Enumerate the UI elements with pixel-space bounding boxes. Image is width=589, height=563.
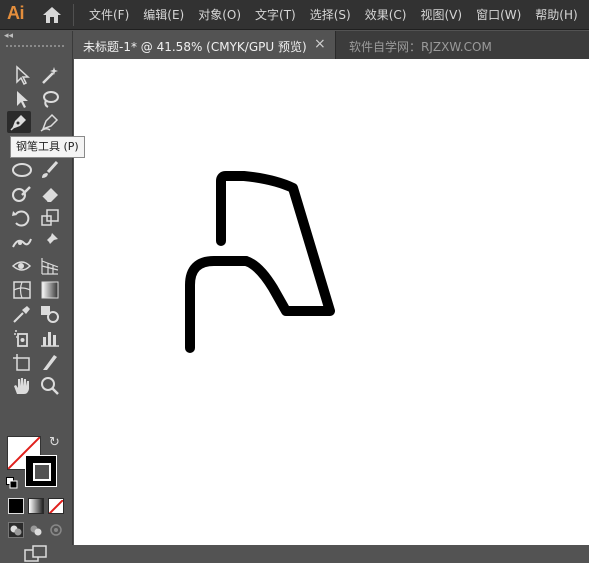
- pin-tool-icon[interactable]: [38, 231, 62, 253]
- pen-tool-icon[interactable]: [7, 111, 31, 133]
- mesh-tool-icon[interactable]: [10, 279, 34, 301]
- zoom-tool-icon[interactable]: [38, 375, 62, 397]
- menu-bar: Ai 文件(F) 编辑(E) 对象(O) 文字(T) 选择(S) 效果(C) 视…: [0, 0, 589, 30]
- lower-path: [185, 256, 251, 353]
- puppet-warp-tool-icon[interactable]: [10, 231, 34, 253]
- slice-tool-icon[interactable]: [38, 351, 62, 373]
- tab-watermark[interactable]: 软件自学网：RJZXW.COM: [349, 38, 492, 55]
- curvature-tool-icon[interactable]: [38, 111, 62, 133]
- menu-object[interactable]: 对象(O): [191, 0, 248, 30]
- menu-divider: [73, 4, 74, 26]
- paintbrush-tool-icon[interactable]: [38, 159, 62, 181]
- drawn-path-artwork[interactable]: [74, 59, 589, 545]
- artboard-canvas[interactable]: [74, 59, 589, 545]
- menu-list: 文件(F) 编辑(E) 对象(O) 文字(T) 选择(S) 效果(C) 视图(V…: [82, 0, 585, 30]
- gradient-tool-icon[interactable]: [38, 279, 62, 301]
- menu-edit[interactable]: 编辑(E): [136, 0, 191, 30]
- direct-selection-tool-icon[interactable]: [10, 88, 34, 110]
- selection-tool-icon[interactable]: [10, 64, 34, 86]
- ellipse-tool-icon[interactable]: [10, 159, 34, 181]
- eyedropper-tool-icon[interactable]: [10, 303, 34, 325]
- menu-effect[interactable]: 效果(C): [358, 0, 414, 30]
- menu-file[interactable]: 文件(F): [82, 0, 136, 30]
- tools-panel: ◂◂ ↻: [0, 31, 73, 562]
- hand-tool-icon[interactable]: [10, 375, 34, 397]
- tab-document[interactable]: 未标题-1* @ 41.58% (CMYK/GPU 预览) ×: [74, 31, 336, 59]
- column-graph-tool-icon[interactable]: [38, 327, 62, 349]
- scale-tool-icon[interactable]: [38, 207, 62, 229]
- tab-document-title: 未标题-1* @ 41.58% (CMYK/GPU 预览): [83, 40, 307, 54]
- draw-normal-icon[interactable]: [8, 522, 24, 538]
- pen-tool-tooltip: 钢笔工具 (P): [10, 136, 85, 158]
- menu-help[interactable]: 帮助(H): [528, 0, 584, 30]
- stroke-color-swatch[interactable]: [25, 455, 57, 487]
- default-fill-stroke-icon[interactable]: [6, 477, 18, 489]
- stroke-inner-box: [33, 463, 51, 481]
- tab-close-icon[interactable]: ×: [314, 36, 326, 52]
- shape-builder-tool-icon[interactable]: [38, 303, 62, 325]
- menu-view[interactable]: 视图(V): [413, 0, 469, 30]
- panel-grip[interactable]: [6, 45, 66, 47]
- free-transform-tool-icon[interactable]: [10, 255, 34, 277]
- color-mode-icon[interactable]: [8, 498, 24, 514]
- draw-behind-icon[interactable]: [28, 522, 44, 538]
- artboard-tool-icon[interactable]: [10, 351, 34, 373]
- none-mode-icon[interactable]: [48, 498, 64, 514]
- perspective-grid-tool-icon[interactable]: [38, 255, 62, 277]
- menu-window[interactable]: 窗口(W): [469, 0, 528, 30]
- eraser-tool-icon[interactable]: [38, 183, 62, 205]
- draw-inside-icon[interactable]: [48, 522, 64, 538]
- home-icon[interactable]: [42, 6, 62, 24]
- app-logo: Ai: [7, 3, 25, 23]
- swap-fill-stroke-icon[interactable]: ↻: [49, 435, 60, 450]
- menu-select[interactable]: 选择(S): [303, 0, 358, 30]
- document-tab-bar: 未标题-1* @ 41.58% (CMYK/GPU 预览) × 软件自学网：RJ…: [74, 31, 589, 59]
- collapse-panel-icon[interactable]: ◂◂: [4, 31, 13, 41]
- symbol-sprayer-tool-icon[interactable]: [10, 327, 34, 349]
- screen-mode-icon[interactable]: [24, 545, 48, 563]
- shaper-tool-icon[interactable]: [10, 183, 34, 205]
- menu-type[interactable]: 文字(T): [248, 0, 303, 30]
- gradient-mode-icon[interactable]: [28, 498, 44, 514]
- magic-wand-tool-icon[interactable]: [38, 64, 62, 86]
- upper-path: [216, 171, 335, 316]
- rotate-tool-icon[interactable]: [10, 207, 34, 229]
- lasso-tool-icon[interactable]: [38, 88, 62, 110]
